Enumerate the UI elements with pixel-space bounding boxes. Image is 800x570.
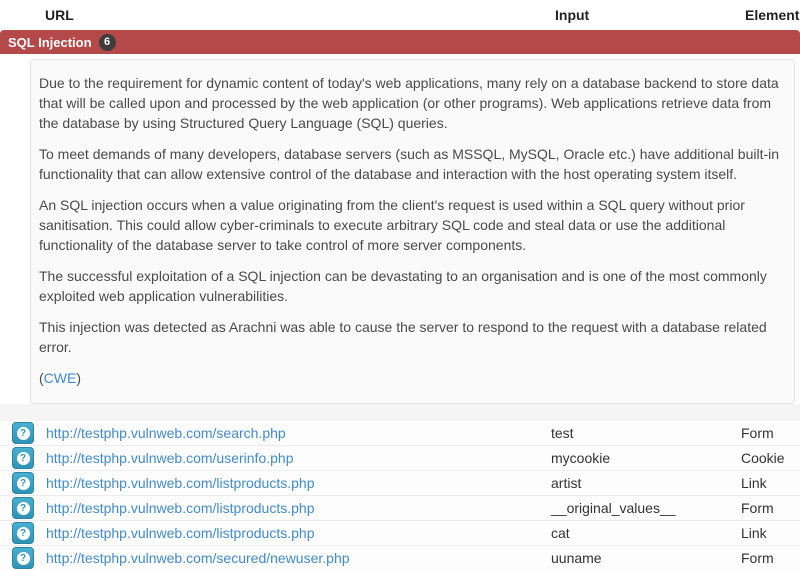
question-icon: ? xyxy=(16,501,30,515)
issue-url-link[interactable]: http://testphp.vulnweb.com/listproducts.… xyxy=(46,500,551,516)
issue-row-icon-cell: ? xyxy=(0,422,46,445)
issue-element-type: Link xyxy=(741,475,767,492)
issue-row-icon-cell: ? xyxy=(0,547,46,570)
column-header-element: Element xyxy=(745,7,800,23)
issue-row-icon-cell: ? xyxy=(0,472,46,495)
issue-url-link[interactable]: http://testphp.vulnweb.com/listproducts.… xyxy=(46,475,551,491)
column-header-url: URL xyxy=(45,7,74,23)
issue-row[interactable]: ? http://testphp.vulnweb.com/userinfo.ph… xyxy=(0,446,800,472)
issue-row[interactable]: ? http://testphp.vulnweb.com/listproduct… xyxy=(0,521,800,547)
issue-input-value: artist xyxy=(551,475,582,492)
issue-details-button[interactable]: ? xyxy=(12,472,34,495)
description-paragraph: This injection was detected as Arachni w… xyxy=(39,319,767,356)
section-spacer xyxy=(0,404,800,422)
issues-list: ? http://testphp.vulnweb.com/search.php … xyxy=(0,421,800,570)
issue-url-link[interactable]: http://testphp.vulnweb.com/listproducts.… xyxy=(46,525,551,541)
question-icon: ? xyxy=(16,551,30,565)
issue-details-button[interactable]: ? xyxy=(12,522,34,545)
issue-url-link[interactable]: http://testphp.vulnweb.com/secured/newus… xyxy=(46,550,551,566)
issue-row[interactable]: ? http://testphp.vulnweb.com/secured/new… xyxy=(0,546,800,570)
issue-row[interactable]: ? http://testphp.vulnweb.com/search.php … xyxy=(0,421,800,447)
issue-input-value: test xyxy=(551,425,574,442)
issue-row-icon-cell: ? xyxy=(0,497,46,520)
cwe-link[interactable]: CWE xyxy=(44,370,77,386)
issue-row-icon-cell: ? xyxy=(0,447,46,470)
issue-element-type: Cookie xyxy=(741,450,785,467)
question-icon: ? xyxy=(16,526,30,540)
column-header-input: Input xyxy=(555,7,590,23)
issues-table-header: URL Input Element xyxy=(0,0,800,30)
issue-row[interactable]: ? http://testphp.vulnweb.com/listproduct… xyxy=(0,471,800,497)
question-icon: ? xyxy=(16,451,30,465)
description-paragraph: The successful exploitation of a SQL inj… xyxy=(39,268,767,305)
issue-element-type: Form xyxy=(741,500,774,517)
description-paragraph: Due to the requirement for dynamic conte… xyxy=(39,75,779,132)
issue-row-icon-cell: ? xyxy=(0,522,46,545)
cwe-reference: (CWE) xyxy=(39,368,780,388)
issue-input-value: mycookie xyxy=(551,450,611,467)
issue-input-value: uuname xyxy=(551,550,602,567)
issue-details-button[interactable]: ? xyxy=(12,547,34,570)
issue-url-link[interactable]: http://testphp.vulnweb.com/userinfo.php xyxy=(46,450,551,466)
issue-element-type: Link xyxy=(741,525,767,542)
question-icon: ? xyxy=(16,426,30,440)
issue-row[interactable]: ? http://testphp.vulnweb.com/listproduct… xyxy=(0,496,800,522)
issue-details-button[interactable]: ? xyxy=(12,447,34,470)
issue-type-banner[interactable]: SQL Injection 6 xyxy=(0,30,800,54)
issue-input-value: __original_values__ xyxy=(551,500,676,517)
issue-description-panel: Due to the requirement for dynamic conte… xyxy=(30,59,795,405)
question-icon: ? xyxy=(16,476,30,490)
issue-details-button[interactable]: ? xyxy=(12,497,34,520)
issue-input-value: cat xyxy=(551,525,570,542)
issue-details-button[interactable]: ? xyxy=(12,422,34,445)
issue-count-badge: 6 xyxy=(98,33,116,51)
cwe-suffix: ) xyxy=(76,370,82,387)
issue-type-title: SQL Injection xyxy=(8,34,92,50)
issue-element-type: Form xyxy=(741,550,774,567)
issue-element-type: Form xyxy=(741,425,774,442)
issue-url-link[interactable]: http://testphp.vulnweb.com/search.php xyxy=(46,425,551,441)
description-paragraph: To meet demands of many developers, data… xyxy=(39,146,780,183)
description-paragraph: An SQL injection occurs when a value ori… xyxy=(39,197,745,254)
